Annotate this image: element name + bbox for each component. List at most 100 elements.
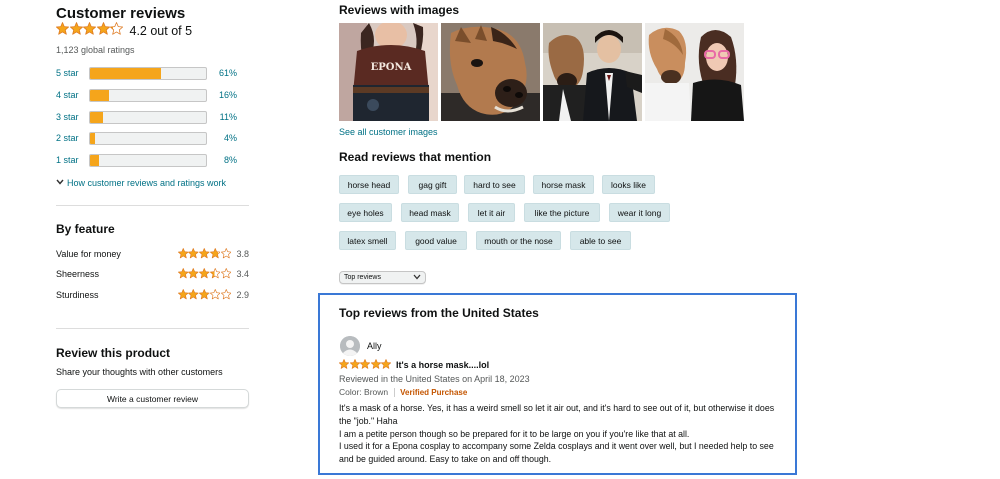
mention-chip[interactable]: able to see [570,231,631,250]
feature-value: 3.8 [236,248,249,259]
mention-chip[interactable]: good value [405,231,467,250]
histogram-percent[interactable]: 8% [207,155,237,165]
review-image-gallery: EPONA [339,23,744,121]
histogram-percent[interactable]: 61% [207,68,237,78]
star-icon [220,268,232,279]
review-this-product-heading: Review this product [56,346,171,360]
mention-chip[interactable]: let it air [468,203,515,222]
feature-rating-row: Value for money 3.8 [56,247,249,260]
star-icon [188,289,199,300]
review-variant-info: Color: Brown Verified Purchase [339,387,467,397]
histogram-bar[interactable] [89,153,207,167]
star-icon [209,289,221,300]
share-thoughts-text: Share your thoughts with other customers [56,367,223,377]
review-paragraph: I used it for a Epona cosplay to accompa… [339,441,774,465]
reviewer-name[interactable]: Ally [367,341,382,351]
star-icon [199,289,210,300]
mention-chip[interactable]: looks like [602,175,655,194]
feature-stars [177,289,232,300]
shirt-print-text: EPONA [371,62,412,73]
histogram-row[interactable]: 3 star 11% [56,110,249,124]
feature-name: Sturdiness [56,289,99,300]
review-image-4[interactable] [645,23,744,121]
sort-selected-value: Top reviews [344,274,381,281]
histogram-row[interactable]: 1 star 8% [56,153,249,167]
star-level-link[interactable]: 4 star [56,90,89,100]
chevron-down-icon [56,178,64,187]
histogram-bar[interactable] [89,110,207,124]
write-review-button[interactable]: Write a customer review [56,389,249,408]
feature-stars [177,268,232,279]
feature-stars [177,248,232,259]
mention-chip[interactable]: mouth or the nose [476,231,561,250]
star-icon [381,359,391,369]
star-icon [109,22,124,35]
mention-chip[interactable]: eye holes [339,203,392,222]
star-icon [209,248,221,259]
review-paragraph: I am a petite person though so be prepar… [339,428,690,439]
feature-value: 2.9 [236,289,249,300]
verified-purchase-badge: Verified Purchase [400,387,468,397]
star-level-link[interactable]: 2 star [56,133,89,143]
chevron-down-icon [413,274,421,282]
divider [394,387,396,397]
mention-chip[interactable]: gag gift [408,175,457,194]
histogram-percent[interactable]: 16% [207,90,237,100]
mention-chip[interactable]: latex smell [339,231,396,250]
review-image-2[interactable] [441,23,540,121]
customer-reviews-heading: Customer reviews [56,5,186,22]
histogram-bar-fill [90,89,109,101]
star-level-link[interactable]: 1 star [56,155,89,165]
histogram-bar[interactable] [89,66,207,80]
star-icon [69,22,83,35]
star-icon [220,289,232,300]
review-image-3[interactable] [543,23,642,121]
histogram-percent[interactable]: 11% [207,112,237,122]
mention-chip[interactable]: wear it long [609,203,670,222]
histogram-row[interactable]: 5 star 61% [56,66,249,80]
see-all-images-link[interactable]: See all customer images [339,127,438,137]
average-rating-row[interactable]: 4.2 out of 5 [55,22,192,40]
star-icon [96,22,110,35]
star-icon [199,268,210,279]
feature-rating-row: Sheerness 3.4 [56,267,249,280]
histogram-bar-fill [90,67,161,79]
review-date: Reviewed in the United States on April 1… [339,374,530,384]
histogram-bar-fill [90,111,103,123]
star-icon [82,22,97,35]
review-color-variant: Color: Brown [339,387,389,397]
how-reviews-work-label: How customer reviews and ratings work [67,178,227,188]
star-icon [188,268,199,279]
histogram-bar[interactable] [89,131,207,145]
star-icon [360,359,370,369]
sort-dropdown[interactable]: Top reviews [339,271,426,284]
how-reviews-work-link[interactable]: How customer reviews and ratings work [56,178,226,188]
mention-chip[interactable]: hard to see [464,175,525,194]
review-image-1[interactable]: EPONA [339,23,438,121]
star-level-link[interactable]: 5 star [56,68,89,78]
feature-rating-row: Sturdiness 2.9 [56,288,249,301]
star-level-link[interactable]: 3 star [56,112,89,122]
mention-chip[interactable]: horse head [339,175,399,194]
divider [56,205,249,206]
star-icon [177,289,188,300]
star-icon [349,359,360,369]
star-icon [188,248,199,259]
by-feature-heading: By feature [56,222,115,236]
mention-chip[interactable]: head mask [401,203,459,222]
review-headline[interactable]: It's a horse mask....lol [396,360,489,370]
star-icon [370,359,381,369]
histogram-bar[interactable] [89,88,207,102]
histogram-percent[interactable]: 4% [207,133,237,143]
top-reviews-heading: Top reviews from the United States [339,306,539,320]
mention-chip[interactable]: horse mask [533,175,594,194]
feature-name: Sheerness [56,268,100,279]
star-icon [209,268,221,279]
average-rating-stars [55,22,124,40]
histogram-row[interactable]: 2 star 4% [56,131,249,145]
histogram-row[interactable]: 4 star 16% [56,88,249,102]
review-rating-stars [339,359,392,369]
mention-chip[interactable]: like the picture [524,203,600,222]
review-paragraph: It's a mask of a horse. Yes, it has a we… [339,403,775,426]
feature-name: Value for money [56,248,121,259]
